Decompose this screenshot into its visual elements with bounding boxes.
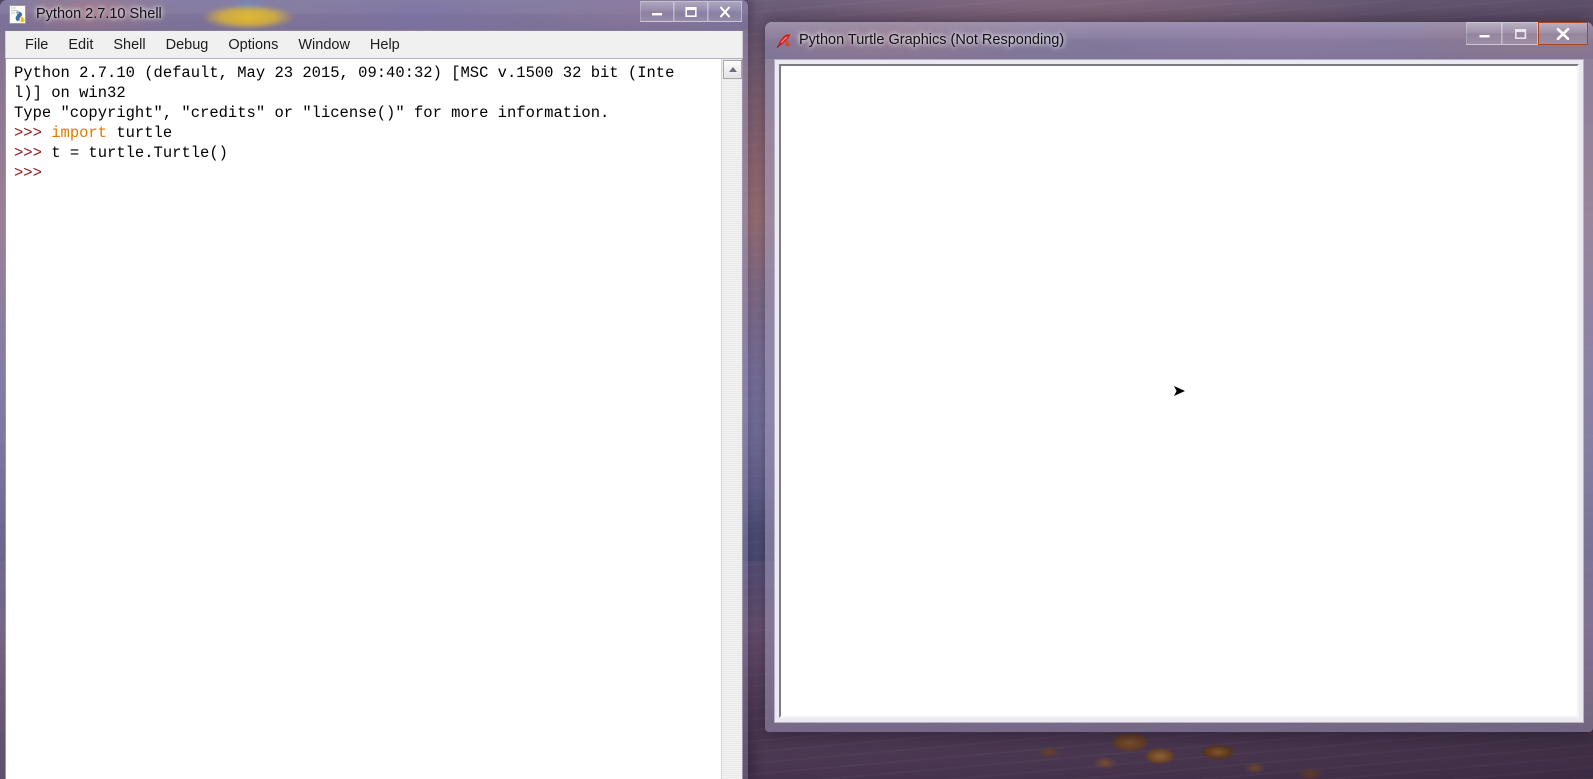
python-idle-icon	[9, 5, 28, 24]
idle-window-title: Python 2.7.10 Shell	[36, 6, 162, 22]
turtle-close-button[interactable]	[1538, 22, 1588, 45]
scroll-up-arrow-icon[interactable]	[723, 60, 742, 79]
menu-item-window[interactable]: Window	[288, 34, 360, 56]
minimize-icon	[1479, 34, 1489, 37]
shell-line: Python 2.7.10 (default, May 23 2015, 09:…	[14, 63, 720, 83]
shell-line: >>> import turtle	[14, 123, 720, 143]
menu-item-debug[interactable]: Debug	[156, 34, 219, 56]
shell-line: >>> t = turtle.Turtle()	[14, 143, 720, 163]
close-icon	[1556, 27, 1570, 40]
shell-token-keyword: import	[51, 124, 108, 142]
shell-token-prompt: >>>	[14, 144, 52, 162]
shell-token-prompt: >>>	[14, 164, 52, 182]
maximize-icon	[1514, 28, 1526, 39]
idle-maximize-button[interactable]	[674, 1, 708, 22]
shell-token-plain: t = turtle.Turtle()	[51, 144, 228, 162]
shell-token-plain: Type "copyright", "credits" or "license(…	[14, 104, 610, 122]
idle-close-button[interactable]	[708, 1, 742, 22]
turtle-drawing-canvas[interactable]	[779, 64, 1579, 718]
turtle-maximize-button[interactable]	[1502, 22, 1538, 45]
triangle-up-glyph	[728, 67, 737, 72]
menu-item-options[interactable]: Options	[218, 34, 288, 56]
shell-line: l)] on win32	[14, 83, 720, 103]
turtle-window-controls[interactable]	[1466, 22, 1588, 45]
turtle-client-area	[774, 59, 1584, 723]
tk-feather-icon	[776, 33, 793, 49]
shell-line: Type "copyright", "credits" or "license(…	[14, 103, 720, 123]
turtle-window-title: Python Turtle Graphics (Not Responding)	[799, 32, 1065, 48]
minimize-icon	[652, 12, 662, 15]
maximize-icon	[685, 6, 697, 17]
shell-token-prompt: >>>	[14, 124, 52, 142]
idle-menubar[interactable]: File Edit Shell Debug Options Window Hel…	[5, 31, 743, 58]
idle-shell-window[interactable]: Python 2.7.10 Shell File Edit Shell Debu…	[0, 0, 748, 779]
menu-item-help[interactable]: Help	[360, 34, 410, 56]
turtle-graphics-window[interactable]: Python Turtle Graphics (Not Responding)	[765, 22, 1593, 732]
turtle-arrow-icon	[1171, 383, 1187, 399]
idle-vertical-scrollbar[interactable]	[721, 59, 742, 779]
shell-token-plain: Python 2.7.10 (default, May 23 2015, 09:…	[14, 64, 675, 82]
shell-line: >>>	[14, 163, 720, 183]
turtle-minimize-button[interactable]	[1466, 22, 1502, 45]
idle-shell-output[interactable]: Python 2.7.10 (default, May 23 2015, 09:…	[14, 63, 720, 183]
menu-item-edit[interactable]: Edit	[58, 34, 103, 56]
menu-item-file[interactable]: File	[15, 34, 58, 56]
shell-token-plain: l)] on win32	[14, 84, 126, 102]
menu-item-shell[interactable]: Shell	[103, 34, 155, 56]
shell-token-plain: turtle	[107, 124, 173, 142]
close-icon	[720, 6, 730, 17]
idle-shell-textarea[interactable]: Python 2.7.10 (default, May 23 2015, 09:…	[5, 58, 743, 779]
idle-window-controls[interactable]	[640, 1, 742, 22]
idle-minimize-button[interactable]	[640, 1, 674, 22]
